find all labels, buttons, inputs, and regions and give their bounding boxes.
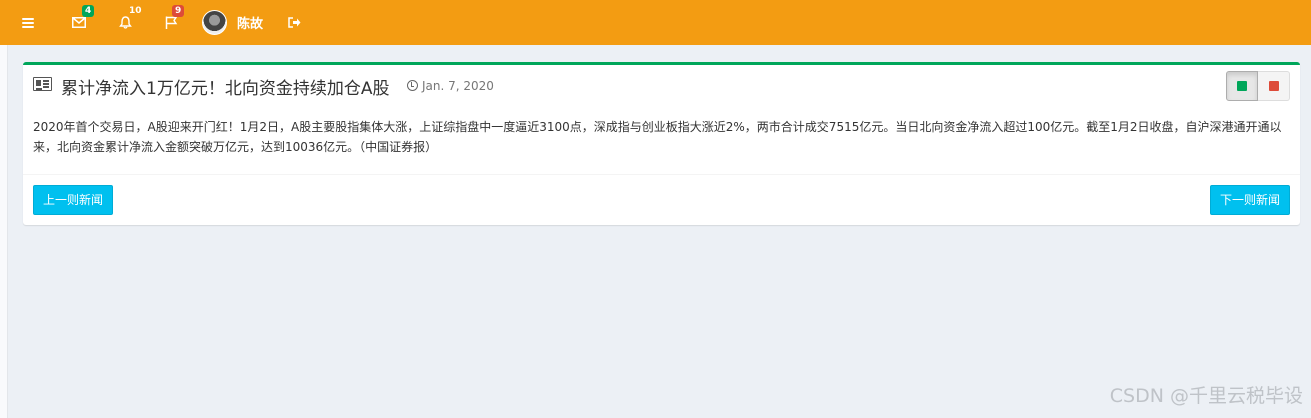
sign-out-icon <box>287 17 301 28</box>
news-footer: 上一则新闻 下一则新闻 <box>23 174 1300 228</box>
flag-icon <box>165 16 177 29</box>
red-square-icon <box>1268 81 1279 91</box>
news-title: 累计净流入1万亿元！北向资金持续加仓A股 <box>61 79 390 99</box>
tasks-button[interactable]: 9 <box>148 0 194 45</box>
sidebar-edge <box>0 45 8 418</box>
notifications-button[interactable]: 10 <box>102 0 148 45</box>
clock-icon <box>407 80 418 91</box>
avatar <box>202 10 227 35</box>
tasks-badge: 9 <box>172 5 185 17</box>
previous-news-button[interactable]: 上一则新闻 <box>33 185 114 215</box>
top-navbar: 4 10 9 陈故 <box>0 0 1311 45</box>
user-menu[interactable]: 陈故 <box>194 0 273 45</box>
bell-icon <box>118 16 132 29</box>
sidebar-toggle-button[interactable] <box>0 0 56 45</box>
newspaper-icon <box>33 77 52 91</box>
news-body: 2020年首个交易日，A股迎来开门红！1月2日，A股主要股指集体大涨，上证综指盘… <box>33 120 1282 154</box>
news-date: Jan. 7, 2020 <box>422 79 494 93</box>
user-name: 陈故 <box>237 17 264 32</box>
messages-button[interactable]: 4 <box>56 0 102 45</box>
sign-out-button[interactable] <box>273 0 315 45</box>
red-toggle-button[interactable] <box>1258 71 1290 101</box>
envelope-icon <box>72 17 86 28</box>
next-news-button[interactable]: 下一则新闻 <box>1209 185 1290 215</box>
news-box: 累计净流入1万亿元！北向资金持续加仓A股 Jan. 7, 2020 2020年首… <box>23 62 1300 225</box>
messages-badge: 4 <box>82 5 95 17</box>
green-toggle-button[interactable] <box>1226 71 1258 101</box>
menu-icon <box>22 17 34 28</box>
watermark: CSDN @千里云税毕设 <box>1109 385 1303 407</box>
news-header: 累计净流入1万亿元！北向资金持续加仓A股 Jan. 7, 2020 <box>23 65 1300 107</box>
view-toggle-group <box>1226 71 1290 101</box>
notifications-badge: 10 <box>129 6 142 16</box>
green-square-icon <box>1237 81 1247 91</box>
